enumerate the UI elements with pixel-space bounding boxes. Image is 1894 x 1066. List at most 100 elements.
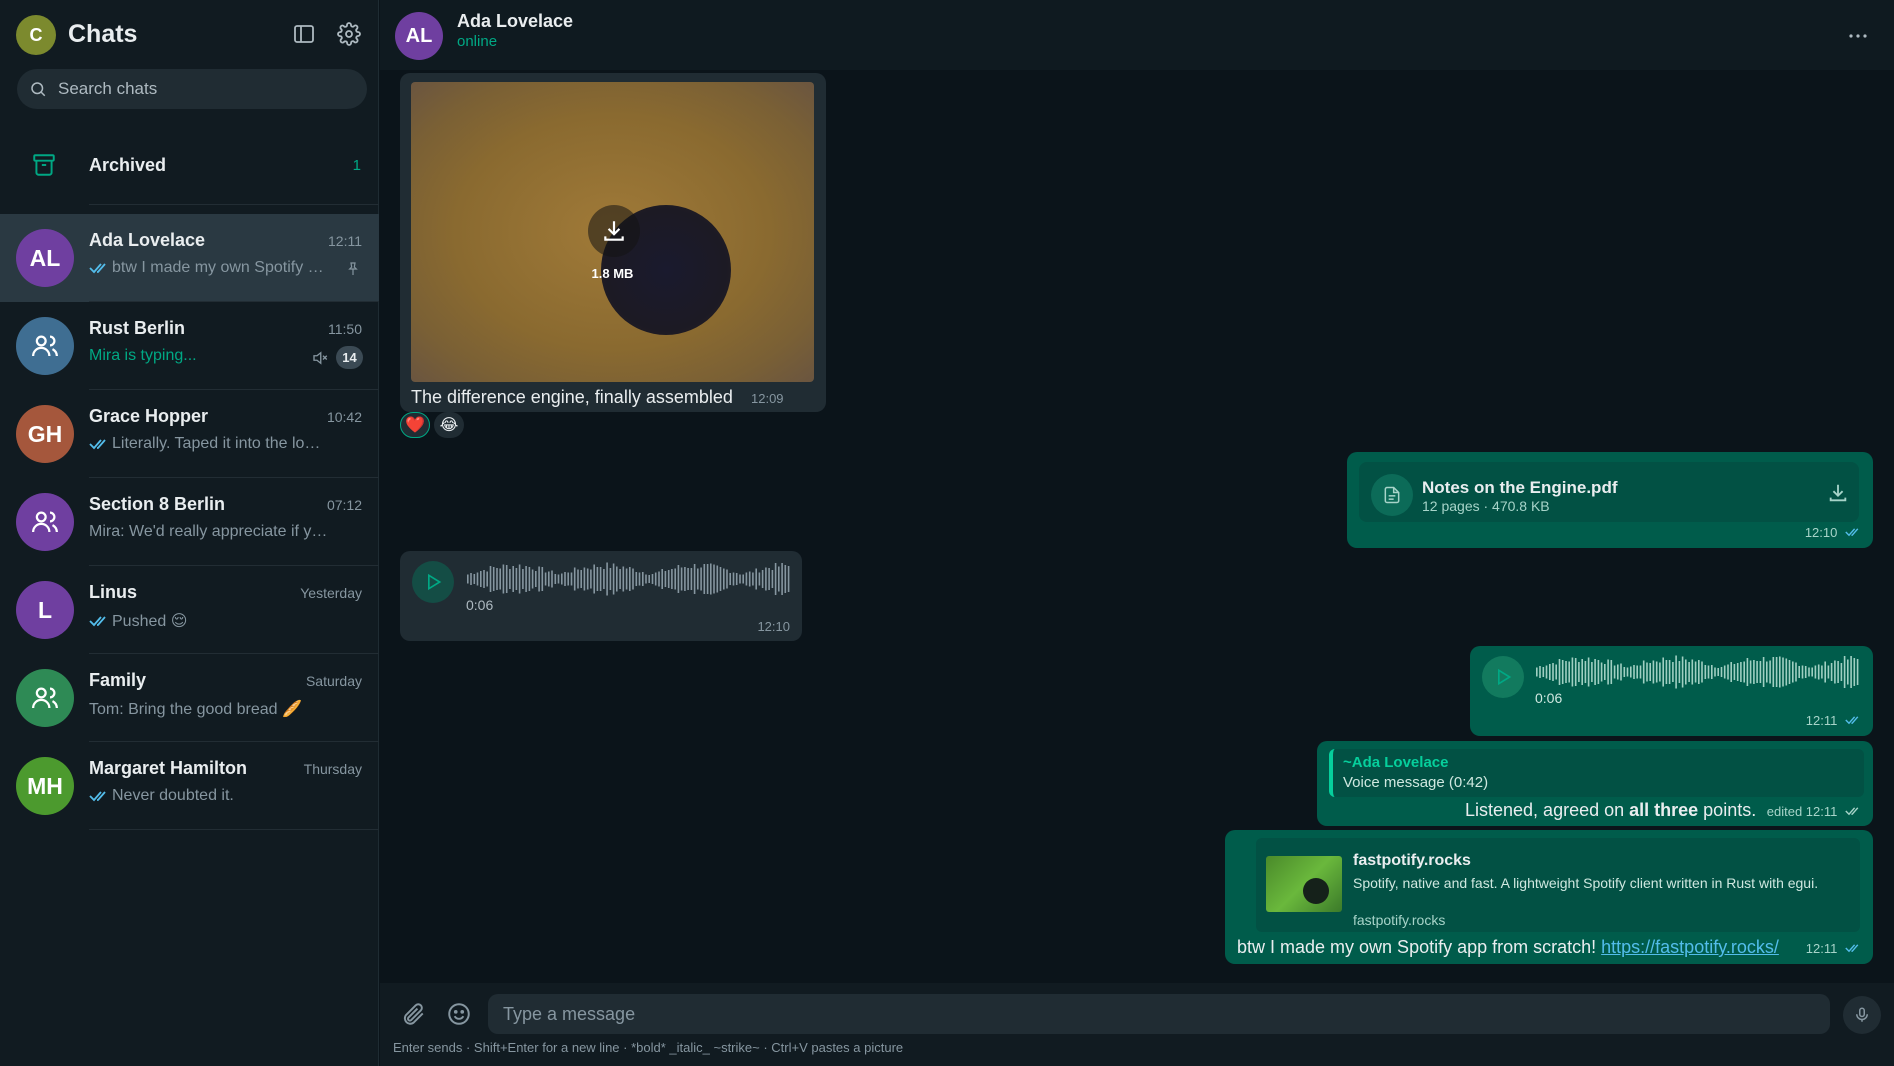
waveform-bar [483, 570, 485, 588]
smiley-icon[interactable] [446, 1001, 472, 1027]
chat-sidebar: C Chats Archived 1 AL Ada Lovelace 12:11 bt… [0, 0, 379, 1066]
waveform-bar [489, 566, 492, 592]
chat-item[interactable]: Family Saturday Tom: Bring the good bread … [0, 654, 379, 742]
chat-item[interactable]: AL Ada Lovelace 12:11 btw I made my own Spo… [0, 214, 379, 302]
waveform-bar [1591, 662, 1593, 682]
waveform-bar [735, 573, 738, 585]
waveform-bar [1843, 656, 1846, 688]
reaction-heart[interactable]: ❤️ [400, 412, 430, 438]
chat-preview: Pushed 😌 [89, 611, 329, 631]
contact-avatar[interactable]: AL [395, 12, 443, 60]
waveform-bar [1804, 666, 1807, 678]
image-size: 1.8 MB [591, 266, 634, 281]
waveform-bar [765, 567, 767, 591]
waveform-bar [690, 568, 693, 590]
reply-text-before: Listened, agreed on [1465, 800, 1630, 820]
gear-icon[interactable] [337, 22, 361, 46]
my-avatar[interactable]: C [16, 15, 56, 55]
quoted-message[interactable]: ~Ada Lovelace Voice message (0:42) [1329, 749, 1864, 797]
waveform-bar [1834, 660, 1836, 684]
waveform-bar [492, 567, 495, 591]
chat-item[interactable]: GH Grace Hopper 10:42 Literally. Taped it i… [0, 390, 379, 478]
waveform-bar [1801, 665, 1804, 679]
chat-name: Margaret Hamilton [89, 758, 248, 778]
link-description: Spotify, native and fast. A lightweight … [1353, 875, 1819, 891]
waveform-bar [748, 571, 751, 587]
waveform-bar [580, 570, 582, 588]
waveform-bar [1565, 661, 1567, 683]
play-button[interactable] [412, 561, 454, 603]
paperclip-icon[interactable] [400, 1001, 426, 1027]
waveform-bar [768, 568, 770, 590]
play-icon [1498, 668, 1512, 686]
waveform-bar [509, 569, 511, 589]
waveform-bar [758, 572, 761, 586]
message-time: 12:11 [1805, 804, 1838, 819]
waveform-bar [609, 568, 612, 590]
chat-preview: Tom: Bring the good bread 🥖 [89, 699, 329, 719]
avatar-initials: MH [27, 772, 63, 799]
reply-message: ~Ada Lovelace Voice message (0:42) Liste… [1317, 741, 1873, 826]
waveform-bar [1568, 661, 1570, 683]
group-icon [30, 507, 60, 537]
image-attachment[interactable]: 1.8 MB [411, 82, 814, 382]
chat-item[interactable]: L Linus Yesterday Pushed 😌 [0, 566, 379, 654]
chat-item[interactable]: Section 8 Berlin 07:12 Mira: We'd really a… [0, 478, 379, 566]
waveform-bar [1688, 662, 1690, 682]
group-icon [30, 331, 60, 361]
chat-item[interactable]: MH Margaret Hamilton Thursday Never doubted… [0, 742, 379, 830]
waveform-bar [664, 571, 667, 587]
archived-label: Archived [89, 155, 167, 175]
waveform-bar [706, 564, 709, 594]
link-title: fastpotify.rocks [1353, 852, 1471, 869]
image-download-button[interactable] [588, 205, 640, 257]
waveform-bar [1827, 665, 1830, 679]
message-link[interactable]: https://fastpotify.rocks/ [1601, 937, 1779, 957]
waveform-bar [784, 565, 787, 593]
message-input[interactable] [488, 994, 1830, 1034]
waveform-bar [557, 574, 560, 584]
chat-time: Thursday [303, 761, 362, 777]
waveform-bar [599, 567, 602, 591]
voice-message-outgoing: 0:06 12:11 [1470, 646, 1873, 736]
reply-text: Listened, agreed on all three points. [1465, 800, 1756, 821]
download-icon[interactable] [1827, 482, 1849, 504]
chat-time: Saturday [305, 673, 362, 689]
message-meta: edited 12:11 [1767, 804, 1861, 819]
chat-time: 10:42 [326, 409, 362, 425]
link-thumbnail [1266, 856, 1342, 912]
mic-button[interactable] [1843, 996, 1881, 1034]
link-preview-card[interactable]: fastpotify.rocks Spotify, native and fas… [1256, 838, 1860, 932]
archived-row[interactable]: Archived 1 [0, 135, 379, 205]
search-input[interactable] [58, 79, 348, 99]
waveform-bar [661, 569, 663, 589]
chat-item[interactable]: Rust Berlin 11:50 Mira is typing... 14 [0, 302, 379, 390]
document-card[interactable]: Notes on the Engine.pdf 12 pages · 470.8… [1359, 462, 1859, 522]
waveform-bar [567, 572, 569, 586]
chat-avatar: AL [16, 229, 74, 287]
voice-waveform[interactable] [466, 561, 790, 597]
voice-waveform[interactable] [1535, 654, 1859, 690]
reaction-laugh[interactable]: 😂 [434, 412, 464, 438]
message-meta: 12:11 [1806, 941, 1861, 956]
waveform-bar [1652, 660, 1655, 684]
contact-name[interactable]: Ada Lovelace [457, 11, 573, 32]
waveform-bar [499, 568, 501, 590]
voice-duration: 0:06 [1535, 690, 1563, 706]
message-meta: 12:11 [1806, 713, 1861, 728]
sidebar-panel-icon[interactable] [292, 22, 316, 46]
chat-avatar [16, 493, 74, 551]
waveform-bar [703, 564, 706, 594]
waveform-bar [512, 566, 514, 592]
more-horizontal-icon[interactable] [1846, 24, 1870, 48]
download-icon [604, 221, 624, 241]
read-ticks-icon [89, 616, 106, 627]
waveform-bar [1600, 662, 1603, 682]
waveform-bar [1607, 659, 1609, 685]
play-button[interactable] [1482, 656, 1524, 698]
document-info: 12 pages · 470.8 KB [1422, 498, 1550, 514]
waveform-bar [1840, 663, 1843, 681]
waveform-bar [1704, 665, 1707, 679]
waveform-bar [1578, 662, 1580, 682]
waveform-bar [651, 574, 654, 584]
